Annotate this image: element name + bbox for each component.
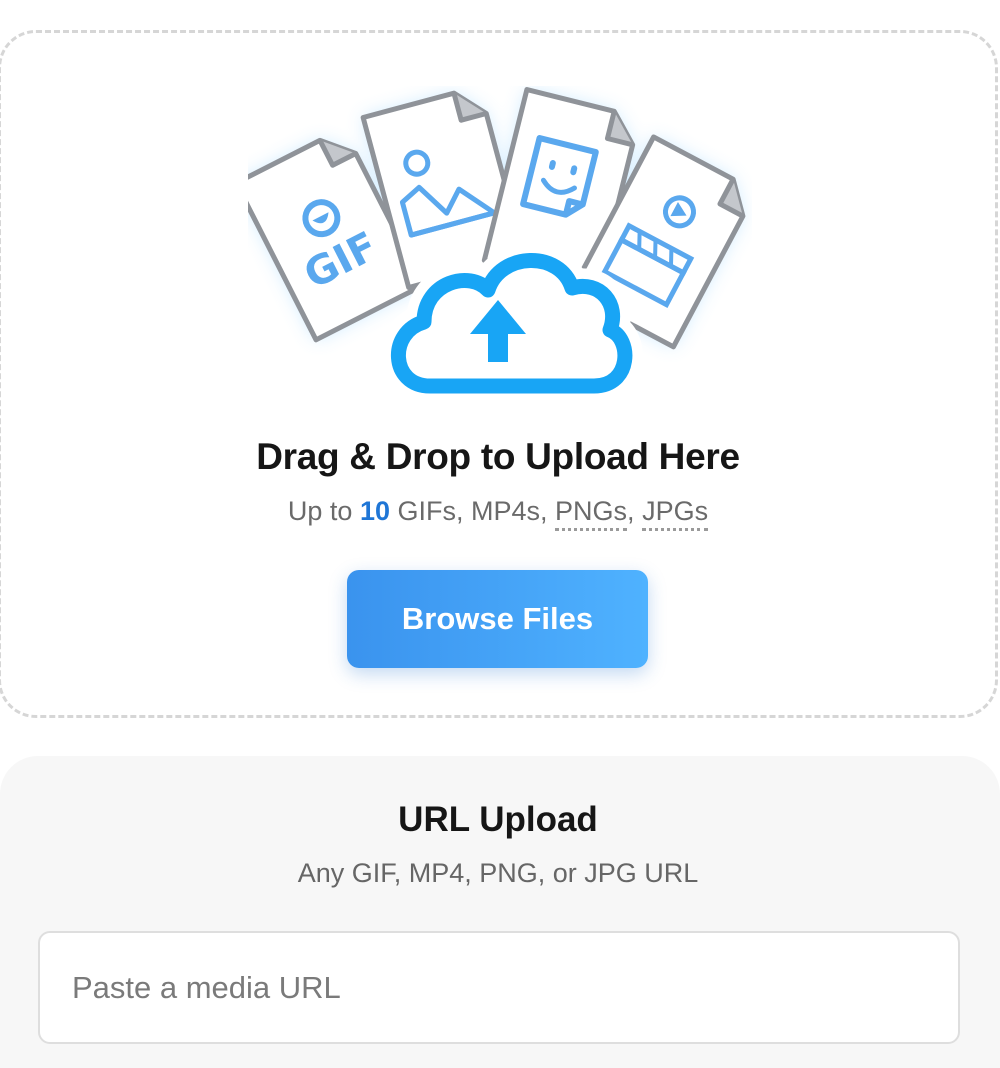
dropzone-headline: Drag & Drop to Upload Here xyxy=(256,436,740,477)
dropzone-subtitle: Up to 10 GIFs, MP4s, PNGs, JPGs xyxy=(0,496,996,531)
browse-files-button[interactable]: Browse Files xyxy=(347,570,648,668)
cloud-upload-icon xyxy=(380,242,643,404)
subtitle-prefix: Up to xyxy=(287,496,360,526)
jpg-format-hint[interactable]: JPGs xyxy=(642,496,709,531)
media-url-input[interactable] xyxy=(38,931,960,1044)
url-upload-title: URL Upload xyxy=(398,800,598,839)
max-file-count: 10 xyxy=(359,496,390,526)
upload-illustration: GIF xyxy=(248,86,752,410)
subtitle-separator: , xyxy=(627,496,643,526)
url-upload-subtitle: Any GIF, MP4, PNG, or JPG URL xyxy=(297,858,699,888)
subtitle-formats: GIFs, MP4s, xyxy=(390,496,556,526)
upload-page: GIF Drag & Drop to Upload Here Up to 10 … xyxy=(0,0,1000,1068)
png-format-hint[interactable]: PNGs xyxy=(555,496,628,531)
